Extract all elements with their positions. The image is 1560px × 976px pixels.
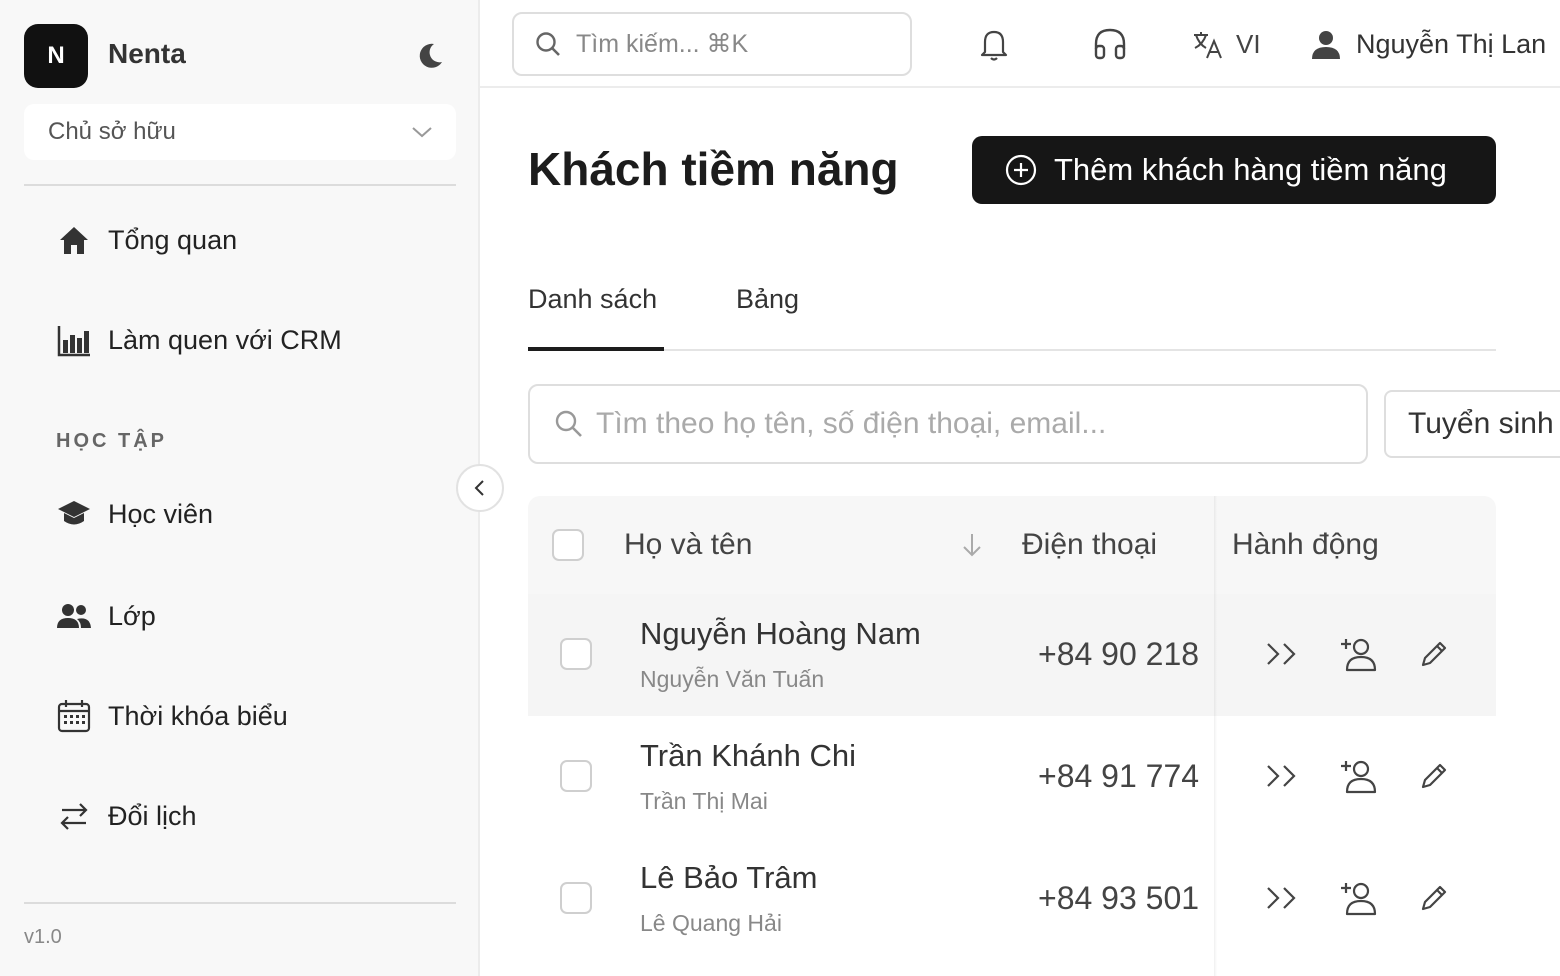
plus-circle-icon <box>1005 154 1037 186</box>
assign-user-icon[interactable] <box>1338 878 1378 918</box>
sidebar-item-timetable[interactable]: Thời khóa biểu <box>56 696 288 736</box>
headphones-icon[interactable] <box>1090 24 1130 64</box>
sidebar-item-label: Đổi lịch <box>108 800 197 831</box>
app-logo[interactable]: N <box>24 24 88 88</box>
sidebar-item-label: Lớp <box>108 600 156 631</box>
convert-icon[interactable] <box>1262 878 1302 918</box>
lead-parent-name: Trần Thị Mai <box>640 788 768 814</box>
language-switcher[interactable]: VI <box>1192 24 1261 64</box>
lead-name[interactable]: Nguyễn Hoàng Nam <box>640 616 921 652</box>
sidebar-item-label: Làm quen với CRM <box>108 324 342 355</box>
lead-search-placeholder: Tìm theo họ tên, số điện thoại, email... <box>596 407 1107 440</box>
tabs-divider <box>528 349 1496 351</box>
convert-icon[interactable] <box>1262 634 1302 674</box>
graduation-cap-icon <box>56 496 92 532</box>
owner-select[interactable]: Chủ sở hữu <box>24 104 456 160</box>
search-icon <box>536 32 560 56</box>
global-search-placeholder: Tìm kiếm... ⌘K <box>576 30 749 58</box>
table-row[interactable]: Trần Khánh Chi Trần Thị Mai +84 91 774 <box>528 716 1496 838</box>
sidebar-item-label: Thời khóa biểu <box>108 700 288 731</box>
sidebar-item-label: Học viên <box>108 498 214 529</box>
tab-list[interactable]: Danh sách <box>528 284 657 315</box>
lead-phone: +84 90 218 <box>1038 636 1200 672</box>
user-menu[interactable]: Nguyễn Thị Lan <box>1310 24 1546 64</box>
lead-phone: +84 91 774 <box>1038 758 1200 794</box>
sort-arrow-down-icon[interactable] <box>958 496 986 594</box>
convert-icon[interactable] <box>1262 756 1302 796</box>
sidebar-item-label: Tổng quan <box>108 224 238 255</box>
add-lead-button[interactable]: Thêm khách hàng tiềm năng <box>972 136 1496 204</box>
brand-name: Nenta <box>108 38 186 69</box>
bar-chart-icon <box>56 322 92 358</box>
lead-phone: +84 93 501 <box>1038 880 1200 916</box>
sidebar-divider <box>24 184 456 186</box>
row-checkbox[interactable] <box>560 638 592 670</box>
column-header-name[interactable]: Họ và tên <box>624 496 752 594</box>
assign-user-icon[interactable] <box>1338 756 1378 796</box>
edit-icon[interactable] <box>1414 756 1454 796</box>
translate-icon <box>1194 32 1222 59</box>
active-tab-indicator <box>528 347 664 351</box>
edit-icon[interactable] <box>1414 634 1454 674</box>
section-label-study: HỌC TẬP <box>56 430 167 452</box>
pipeline-filter-select[interactable]: Tuyển sinh <box>1384 390 1560 458</box>
search-icon <box>555 410 582 437</box>
sidebar: N Nenta Chủ sở hữu Tổng quan Làm quen vớ… <box>0 0 480 976</box>
select-all-checkbox[interactable] <box>552 529 584 561</box>
row-checkbox[interactable] <box>560 882 592 914</box>
table-row[interactable]: Lê Bảo Trâm Lê Quang Hải +84 93 501 <box>528 838 1496 960</box>
sidebar-item-reschedule[interactable]: Đổi lịch <box>56 796 197 836</box>
table-row[interactable]: Nguyễn Hoàng Nam Nguyễn Văn Tuấn +84 90 … <box>528 594 1496 716</box>
assign-user-icon[interactable] <box>1338 634 1378 674</box>
lead-parent-name: Lê Quang Hải <box>640 910 782 936</box>
user-name: Nguyễn Thị Lan <box>1356 28 1547 59</box>
page-title: Khách tiềm năng <box>528 143 899 195</box>
row-checkbox[interactable] <box>560 760 592 792</box>
edit-icon[interactable] <box>1414 878 1454 918</box>
lead-parent-name: Nguyễn Văn Tuấn <box>640 666 825 692</box>
pipeline-filter-value: Tuyển sinh <box>1408 407 1554 440</box>
column-header-phone[interactable]: Điện thoại <box>1022 496 1157 594</box>
moon-icon[interactable] <box>414 40 446 72</box>
lead-name[interactable]: Trần Khánh Chi <box>640 738 856 774</box>
lead-search-input[interactable]: Tìm theo họ tên, số điện thoại, email... <box>528 384 1368 464</box>
language-code: VI <box>1236 28 1261 59</box>
chevron-left-icon <box>474 480 484 496</box>
chevron-down-icon <box>412 127 432 138</box>
sidebar-item-students[interactable]: Học viên <box>56 494 213 534</box>
version-label: v1.0 <box>24 926 62 948</box>
sidebar-item-classes[interactable]: Lớp <box>56 596 156 636</box>
global-search-input[interactable]: Tìm kiếm... ⌘K <box>512 12 912 76</box>
bell-icon[interactable] <box>974 24 1014 64</box>
sidebar-item-crm-intro[interactable]: Làm quen với CRM <box>56 320 342 360</box>
column-header-actions: Hành động <box>1232 528 1379 561</box>
swap-icon <box>56 798 92 834</box>
sidebar-divider <box>24 902 456 904</box>
sidebar-item-overview[interactable]: Tổng quan <box>56 220 237 260</box>
sidebar-collapse-button[interactable] <box>456 464 504 512</box>
tab-board[interactable]: Bảng <box>736 284 799 315</box>
sticky-column-shadow <box>1214 496 1217 976</box>
home-icon <box>56 222 92 258</box>
topbar: Tìm kiếm... ⌘K VI Nguyễn Thị Lan <box>480 0 1560 88</box>
lead-name[interactable]: Lê Bảo Trâm <box>640 860 817 896</box>
table-header: Họ và tên Điện thoại Hành động <box>528 496 1496 594</box>
add-lead-button-label: Thêm khách hàng tiềm năng <box>1054 152 1447 187</box>
users-icon <box>56 598 92 634</box>
owner-select-value: Chủ sở hữu <box>48 118 176 145</box>
calendar-icon <box>56 698 92 734</box>
user-icon <box>1312 31 1340 59</box>
